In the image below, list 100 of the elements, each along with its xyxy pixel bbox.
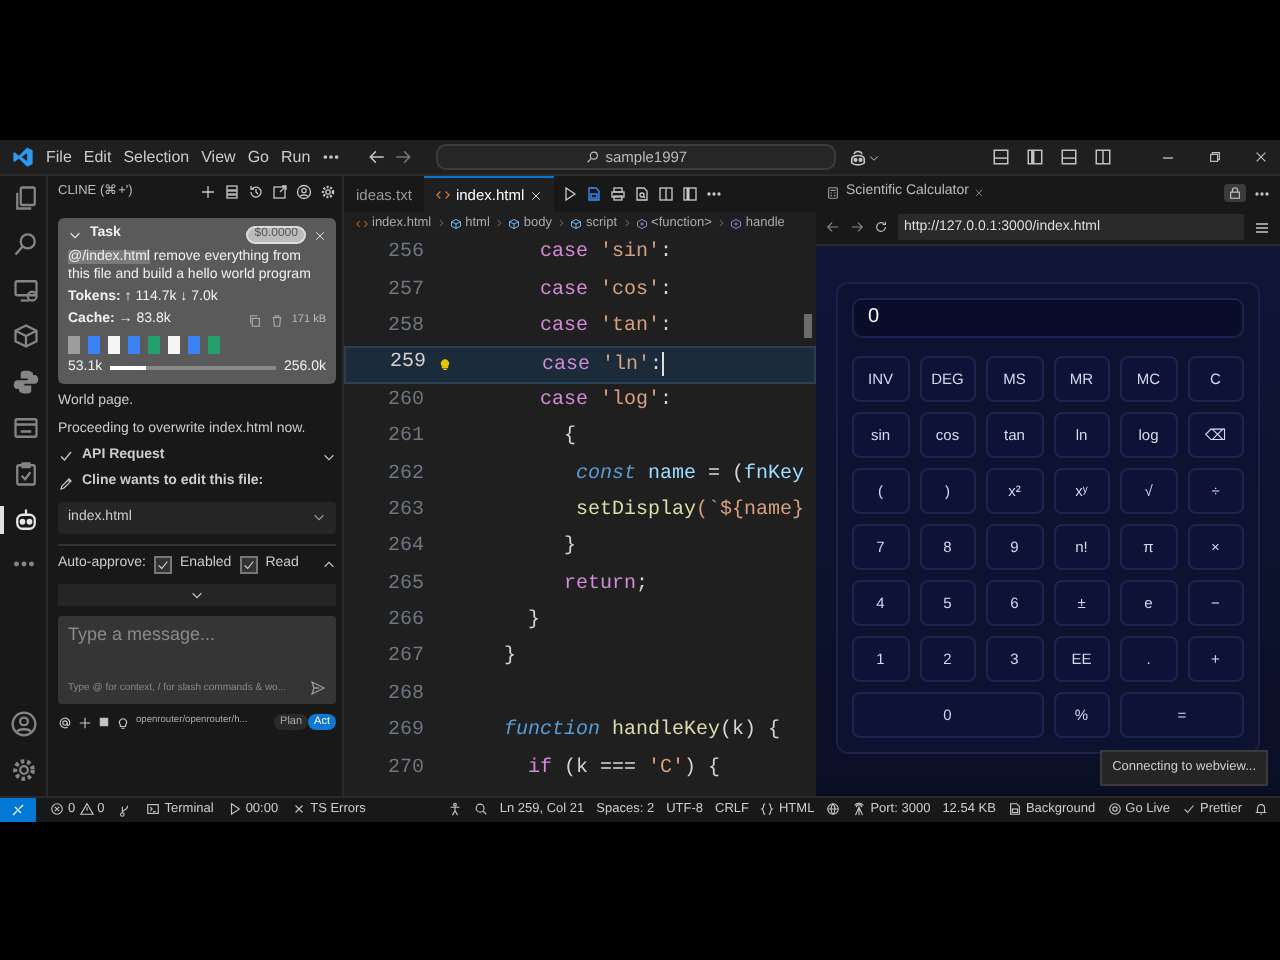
line-number: 263: [385, 499, 426, 524]
forward-arrow-icon[interactable]: [850, 220, 864, 234]
cube-icon: [635, 217, 648, 229]
monitor-icon[interactable]: [11, 276, 39, 304]
scrollbar-thumb[interactable]: [804, 314, 812, 338]
lock-icon: [1228, 186, 1242, 200]
line-number: 270: [385, 757, 426, 782]
lock-button[interactable]: [1224, 184, 1246, 202]
calculator-icon: [826, 185, 840, 200]
document-search-icon[interactable]: [634, 186, 651, 202]
cube-icon: [507, 217, 520, 229]
chevron-down-icon[interactable]: [68, 228, 82, 243]
files-icon[interactable]: [11, 184, 39, 212]
search-icon[interactable]: [11, 230, 39, 258]
code-icon: [435, 188, 450, 202]
line-number: 267: [385, 646, 426, 671]
code-line: }: [526, 610, 541, 635]
zoom-icon[interactable]: [473, 802, 488, 817]
error-icon: [50, 802, 64, 817]
sidebar-icon[interactable]: [682, 186, 699, 202]
line-number: 261: [385, 426, 426, 451]
menu-item[interactable]: Edit: [83, 147, 112, 167]
panel-icon[interactable]: [1060, 148, 1078, 166]
menu-icon[interactable]: [1254, 219, 1270, 235]
line-number: 262: [385, 463, 426, 488]
back-arrow-icon[interactable]: [368, 148, 387, 166]
line-number: 269: [385, 720, 426, 745]
sidebar-icon[interactable]: [1026, 148, 1044, 166]
message-input[interactable]: Type a message...: [68, 623, 326, 676]
chevron-down-icon[interactable]: [322, 449, 336, 464]
checkbox[interactable]: [153, 555, 172, 574]
chevron-right-icon: [435, 218, 446, 228]
account-icon[interactable]: [9, 710, 37, 738]
send-icon[interactable]: [310, 679, 326, 696]
menu-item[interactable]: Run: [280, 147, 311, 167]
cube-icon: [570, 217, 583, 229]
stack-icon[interactable]: [224, 184, 240, 200]
copy-icon[interactable]: [247, 314, 262, 329]
line-number: 257: [385, 279, 426, 304]
robot-icon[interactable]: [11, 506, 39, 534]
line-number: 258: [385, 315, 426, 340]
menu-item[interactable]: File: [46, 147, 72, 167]
settings-icon[interactable]: [320, 184, 336, 200]
lightbulb-icon[interactable]: [437, 357, 451, 372]
menu-item[interactable]: Go: [247, 147, 269, 167]
close-icon[interactable]: [1254, 150, 1268, 164]
line-number: 264: [385, 536, 426, 561]
chevron-right-icon: [715, 218, 726, 228]
chevron-up-icon[interactable]: [322, 557, 336, 572]
plus-icon[interactable]: [200, 184, 216, 200]
globe-icon[interactable]: [826, 802, 841, 817]
external-link-icon[interactable]: [272, 184, 288, 200]
split-icon[interactable]: [1094, 148, 1112, 166]
layout-icon[interactable]: [992, 148, 1010, 166]
file-icon: [1007, 802, 1022, 817]
forward-arrow-icon[interactable]: [394, 148, 413, 166]
split-icon[interactable]: [658, 186, 675, 202]
line-number: 268: [385, 683, 426, 708]
chevron-down-icon: [868, 151, 881, 163]
line-number: 259: [387, 352, 428, 377]
code-line: case 'tan':: [538, 315, 673, 340]
restore-icon[interactable]: [1208, 150, 1222, 164]
cube-icon: [729, 217, 742, 229]
back-arrow-icon[interactable]: [826, 220, 840, 234]
play-icon: [227, 802, 242, 817]
play-icon[interactable]: [562, 186, 579, 202]
accessibility-icon[interactable]: [447, 802, 462, 817]
chevron-down-icon: [312, 510, 326, 525]
cube-icon[interactable]: [11, 322, 39, 350]
reload-icon[interactable]: [874, 220, 888, 234]
bell-icon[interactable]: [1254, 802, 1268, 817]
menu-item[interactable]: View: [201, 147, 236, 167]
copilot-button[interactable]: [848, 147, 881, 167]
at-icon[interactable]: [58, 715, 72, 729]
account-icon[interactable]: [296, 184, 312, 200]
lightbulb-icon[interactable]: [116, 715, 130, 729]
code-line: case 'sin':: [538, 242, 673, 267]
copilot-icon: [848, 147, 869, 167]
line-number: 265: [385, 573, 426, 598]
code-line: {: [562, 426, 577, 451]
check-icon: [155, 557, 170, 572]
code-line: const name = (fnKey: [574, 463, 805, 488]
history-icon[interactable]: [248, 184, 264, 200]
printer-icon[interactable]: [610, 186, 627, 202]
settings-icon[interactable]: [9, 756, 37, 784]
plus-icon[interactable]: [78, 715, 92, 729]
line-number: 260: [385, 389, 426, 414]
square-icon[interactable]: [98, 716, 110, 728]
code-icon: [356, 217, 368, 229]
panel-icon[interactable]: [11, 414, 39, 442]
plug-icon[interactable]: [118, 803, 133, 817]
warning-icon: [79, 802, 94, 817]
clipboard-check-icon[interactable]: [11, 460, 39, 488]
checkbox[interactable]: [239, 555, 258, 574]
file-play-icon[interactable]: [586, 186, 603, 202]
trash-icon[interactable]: [269, 314, 284, 329]
cube-icon: [449, 217, 462, 229]
chevron-down-icon: [190, 587, 204, 602]
python-icon[interactable]: [11, 368, 39, 396]
menu-item[interactable]: Selection: [123, 147, 190, 167]
